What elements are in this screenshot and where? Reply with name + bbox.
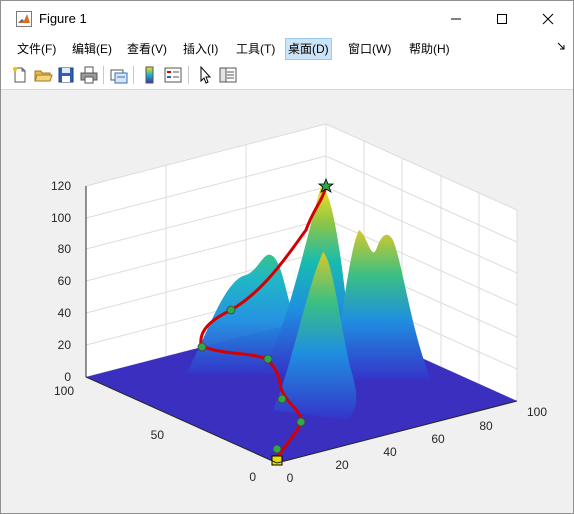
menu-tools[interactable]: 工具(T) xyxy=(234,39,277,59)
y-tick-0: 0 xyxy=(249,470,256,484)
print-icon[interactable] xyxy=(79,65,99,85)
x-tick-40: 40 xyxy=(383,445,397,459)
maximize-button[interactable] xyxy=(479,1,525,37)
matlab-icon xyxy=(16,11,32,27)
dock-arrow-icon[interactable] xyxy=(557,41,565,53)
z-tick-120: 120 xyxy=(51,179,71,193)
toolbar-separator xyxy=(133,66,134,84)
z-tick-20: 20 xyxy=(58,338,72,352)
z-tick-100: 100 xyxy=(51,211,71,225)
save-icon[interactable] xyxy=(56,65,76,85)
x-tick-0: 0 xyxy=(287,471,294,485)
menu-window[interactable]: 窗口(W) xyxy=(346,39,393,59)
pointer-icon[interactable] xyxy=(195,65,215,85)
toolbar-separator xyxy=(103,66,104,84)
menu-view[interactable]: 查看(V) xyxy=(125,39,169,59)
figure-toolbar xyxy=(1,61,573,90)
z-tick-0: 0 xyxy=(64,370,71,384)
y-tick-50: 50 xyxy=(151,428,165,442)
x-tick-80: 80 xyxy=(479,419,493,433)
menu-bar: 文件(F) 编辑(E) 查看(V) 插入(I) 工具(T) 桌面(D) 窗口(W… xyxy=(1,37,573,61)
z-axis-ticks: 0 20 40 60 80 100 120 xyxy=(51,179,71,384)
window-title: Figure 1 xyxy=(39,11,87,26)
minimize-button[interactable] xyxy=(433,1,479,37)
toolbar-separator xyxy=(188,66,189,84)
title-bar[interactable]: Figure 1 xyxy=(1,1,573,37)
colorbar-icon[interactable] xyxy=(140,65,160,85)
figure-canvas[interactable]: 0 20 40 60 80 100 120 100 50 0 0 20 40 6… xyxy=(1,90,573,513)
x-tick-60: 60 xyxy=(431,432,445,446)
close-icon xyxy=(542,13,554,25)
legend-icon[interactable] xyxy=(163,65,183,85)
menu-file[interactable]: 文件(F) xyxy=(15,39,58,59)
minimize-icon xyxy=(451,18,461,20)
z-tick-60: 60 xyxy=(58,274,72,288)
axes-3d[interactable]: 0 20 40 60 80 100 120 100 50 0 0 20 40 6… xyxy=(1,90,573,513)
open-file-icon[interactable] xyxy=(33,65,53,85)
link-figure-icon[interactable] xyxy=(109,65,129,85)
menu-help[interactable]: 帮助(H) xyxy=(407,39,452,59)
menu-desktop[interactable]: 桌面(D) xyxy=(285,38,332,60)
path-start-marker xyxy=(271,455,283,466)
maximize-icon xyxy=(497,14,507,24)
z-tick-80: 80 xyxy=(58,242,72,256)
x-tick-20: 20 xyxy=(335,458,349,472)
property-inspector-icon[interactable] xyxy=(218,65,238,85)
new-figure-icon[interactable] xyxy=(10,65,30,85)
y-tick-100: 100 xyxy=(54,384,74,398)
z-tick-40: 40 xyxy=(58,306,72,320)
x-tick-100: 100 xyxy=(527,405,547,419)
menu-edit[interactable]: 编辑(E) xyxy=(70,39,114,59)
menu-insert[interactable]: 插入(I) xyxy=(181,39,220,59)
close-button[interactable] xyxy=(525,1,571,37)
figure-window: Figure 1 文件(F) 编辑(E) 查看(V) 插入(I) 工具(T) 桌… xyxy=(0,0,574,514)
